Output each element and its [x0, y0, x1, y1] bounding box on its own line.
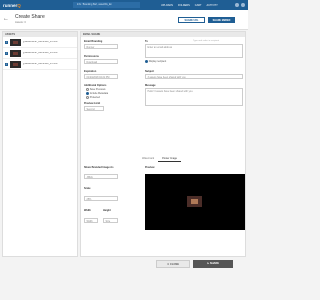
arrow-left-icon[interactable]: ←: [3, 16, 9, 22]
height-label: Height: [103, 209, 111, 212]
asset-item[interactable]: ✓ @BestRunner_AIRrunner_25.mov: [3, 59, 77, 70]
to-input[interactable]: Enter an email address: [145, 44, 243, 58]
share-embed-button[interactable]: SHARE EMBED: [208, 17, 235, 23]
share-tabs: Watermark Poster Image: [138, 156, 182, 162]
logo[interactable]: runnerQ: [3, 3, 23, 8]
expiration-label: Expiration: [84, 70, 97, 73]
asset-thumbnail: [9, 49, 21, 57]
top-icons: [233, 3, 245, 7]
page-title: Create Share: [15, 14, 45, 20]
option-protected[interactable]: Protected: [86, 96, 100, 99]
main-nav: UPLOADS FOLDERS CART ACTIVITY: [161, 0, 223, 10]
share-image-label: Share Branded Image As: [84, 166, 114, 169]
nav-activity[interactable]: ACTIVITY: [207, 4, 218, 7]
asset-item[interactable]: ✓ @BestRunner_AIRrunner_23.mov: [3, 37, 77, 48]
asset-name: @BestRunner_AIRrunner_24.mov: [22, 52, 58, 54]
poster-preview: [145, 174, 245, 230]
tab-watermark[interactable]: Watermark: [138, 156, 158, 162]
option-include-metadata[interactable]: Include Metadata: [86, 92, 108, 95]
scale-label: Scale: [84, 187, 91, 190]
preview-limit-label: Preview Limit: [84, 102, 101, 105]
assets-panel: ASSETS ✓ @BestRunner_AIRrunner_23.mov ✓ …: [2, 31, 78, 257]
preview-label: Preview: [145, 166, 155, 169]
option-save-previews[interactable]: Save Previews: [86, 88, 106, 91]
global-search-input[interactable]: Inbr. 'Branding Bat', assetIDs_En: [73, 2, 140, 8]
nav-cart[interactable]: CART: [195, 4, 202, 7]
share-button[interactable]: ➤ SHARE: [193, 260, 233, 268]
tab-poster-image[interactable]: Poster Image: [158, 156, 182, 162]
email-branding-select[interactable]: Runner: [84, 44, 118, 49]
user-avatar-icon[interactable]: [241, 3, 245, 7]
subject-label: Subject: [145, 70, 155, 73]
poster-frame: [187, 196, 202, 207]
notification-icon[interactable]: [235, 3, 239, 7]
share-form: EMAIL SHARE Email Branding Runner Permis…: [80, 31, 246, 257]
share-image-select[interactable]: JPEG: [84, 174, 118, 179]
footer: ✕ CLOSE ➤ SHARE: [0, 257, 248, 300]
page-subtitle: Assets: 3: [15, 21, 26, 24]
message-textarea[interactable]: Hello! 3 assets have been shared with yo…: [145, 88, 243, 106]
preview-limit-select[interactable]: Second: [84, 106, 104, 111]
share-url-button[interactable]: SHARE URL: [178, 17, 205, 23]
page-header: ← Create Share Assets: 3 SHARE URL SHARE…: [0, 10, 248, 30]
asset-item[interactable]: ✓ @BestRunner_AIRrunner_24.mov: [3, 48, 77, 59]
checkbox[interactable]: ✓: [5, 40, 8, 44]
asset-name: @BestRunner_AIRrunner_23.mov: [22, 41, 58, 43]
to-hint: Type and select a recipient: [193, 40, 220, 42]
top-bar: runnerQ Inbr. 'Branding Bat', assetIDs_E…: [0, 0, 248, 10]
asset-name: @BestRunner_AIRrunner_25.mov: [22, 63, 58, 65]
nav-uploads[interactable]: UPLOADS: [161, 4, 173, 7]
checkbox[interactable]: ✓: [5, 62, 8, 66]
nav-folders[interactable]: FOLDERS: [178, 4, 190, 7]
message-label: Message: [145, 84, 156, 87]
permissions-select[interactable]: Download: [84, 59, 118, 64]
scale-input[interactable]: 25%: [84, 196, 118, 201]
email-share-heading: EMAIL SHARE: [81, 32, 245, 37]
to-label: To: [145, 40, 148, 43]
expiration-input[interactable]: 01/24/2018 04:21 PM: [84, 74, 118, 79]
width-label: Width: [84, 209, 91, 212]
asset-thumbnail: [9, 38, 21, 46]
width-input[interactable]: Width: [84, 218, 98, 223]
email-branding-label: Email Branding: [84, 40, 103, 43]
subject-input[interactable]: 3 assets have been shared with you: [145, 74, 243, 79]
close-button[interactable]: ✕ CLOSE: [156, 260, 190, 268]
permissions-label: Permissions: [84, 55, 99, 58]
height-input[interactable]: Size: [103, 218, 118, 223]
asset-thumbnail: [9, 60, 21, 68]
additional-options-label: Additional Options: [84, 84, 107, 87]
display-recipient-toggle[interactable]: Display recipient: [145, 60, 166, 63]
checkbox[interactable]: ✓: [5, 51, 8, 55]
